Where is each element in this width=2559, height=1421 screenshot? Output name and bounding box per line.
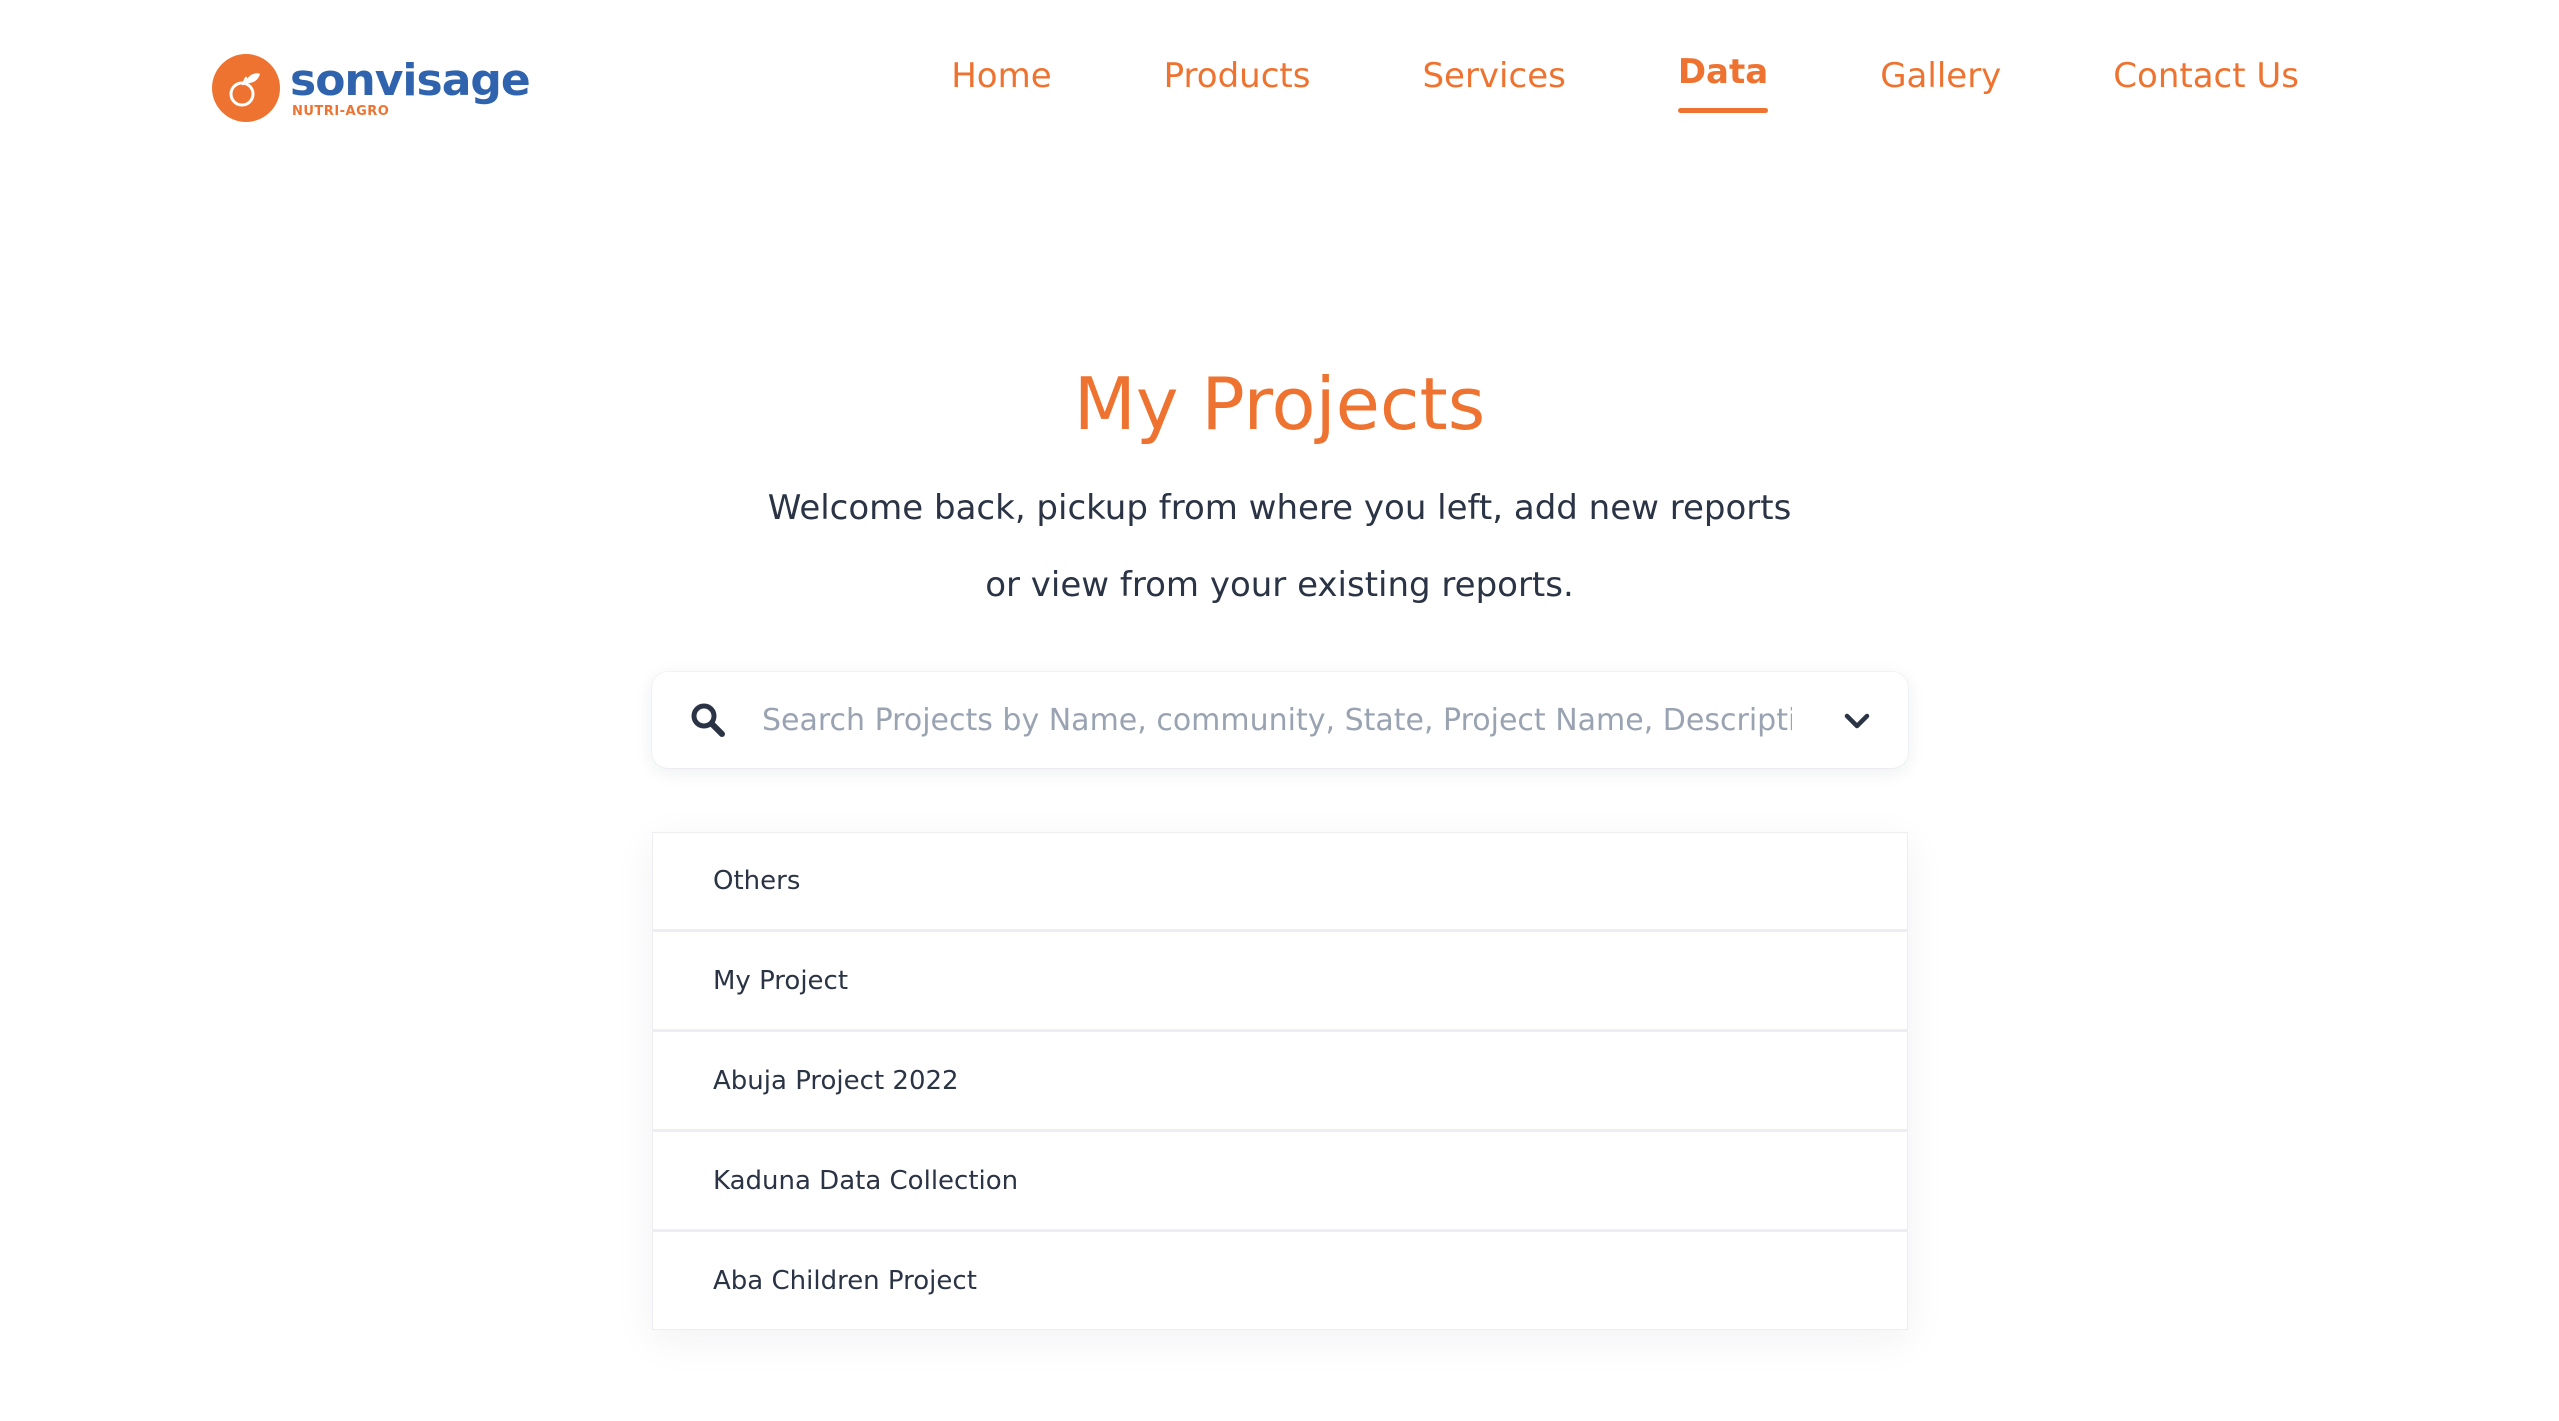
brand-tagline: NUTRI-AGRO [292,103,390,119]
list-item[interactable]: Aba Children Project [652,1230,1908,1330]
list-item[interactable]: Others [652,832,1908,930]
project-search [652,672,1908,768]
search-input[interactable] [762,690,1792,750]
list-item[interactable]: Kaduna Data Collection [652,1130,1908,1230]
nav-contact-us[interactable]: Contact Us [2113,52,2299,96]
brand-name: sonvisage [290,54,531,106]
brand-wordmark: sonvisage NUTRI-AGRO [290,54,531,119]
nav-data[interactable]: Data [1677,52,1769,113]
chevron-down-icon[interactable] [1842,706,1872,736]
page-title: My Projects [1073,362,1486,446]
project-list: Others My Project Abuja Project 2022 Kad… [652,832,1908,1330]
brand-logo[interactable]: sonvisage NUTRI-AGRO [212,52,531,124]
subtitle-line-2: or view from your existing reports. [985,565,1574,605]
list-item[interactable]: Abuja Project 2022 [652,1030,1908,1130]
main-nav: Home Products Services Data Gallery Cont… [839,52,2299,113]
nav-gallery[interactable]: Gallery [1880,52,2001,96]
subtitle-line-1: Welcome back, pickup from where you left… [767,488,1792,528]
nav-services[interactable]: Services [1422,52,1565,96]
nav-home[interactable]: Home [951,52,1051,96]
list-item[interactable]: My Project [652,930,1908,1030]
orange-fruit-icon [212,54,280,122]
search-icon[interactable] [690,702,726,738]
page-subtitle: Welcome back, pickup from where you left… [0,470,2559,624]
nav-products[interactable]: Products [1164,52,1311,96]
site-header: sonvisage NUTRI-AGRO Home Products Servi… [0,0,2559,160]
